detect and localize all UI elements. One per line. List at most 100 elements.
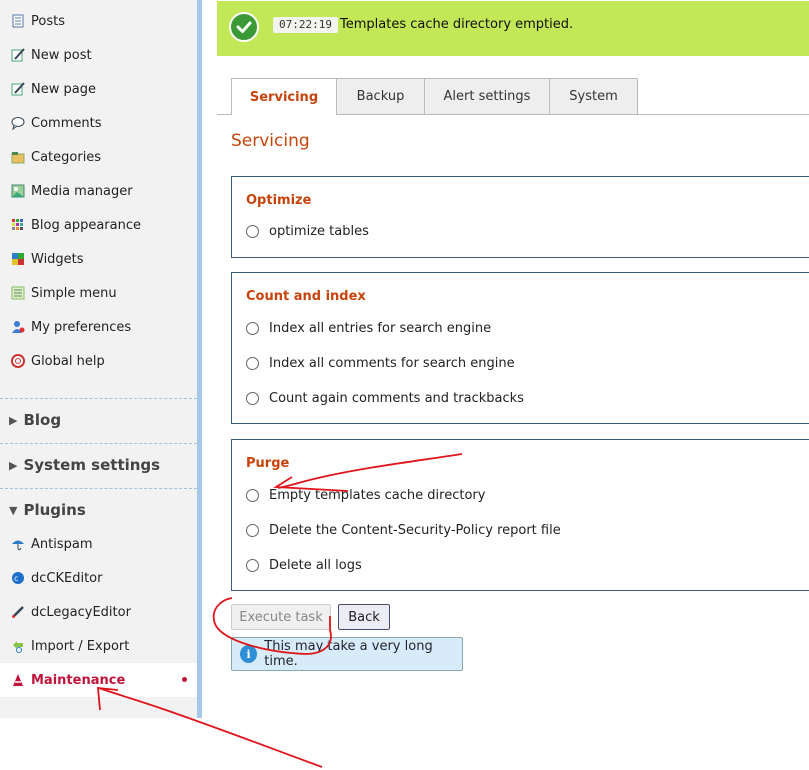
triangle-right-icon: ▶	[9, 458, 18, 472]
group-title: Optimize	[246, 193, 312, 208]
radio-button[interactable]	[246, 488, 259, 502]
option-delete-logs[interactable]: Delete all logs	[246, 556, 362, 574]
sidebar-item-label: dcCKEditor	[31, 570, 103, 586]
back-button[interactable]: Back	[338, 604, 390, 630]
sidebar-item-my-preferences[interactable]: My preferences	[0, 310, 197, 344]
sidebar-item-comments[interactable]: Comments	[0, 106, 197, 140]
option-label: Index all entries for search engine	[269, 320, 492, 336]
radio-button[interactable]	[246, 224, 259, 238]
group-count-and-index: Count and index Index all entries for se…	[231, 272, 809, 424]
option-empty-templates-cache[interactable]: Empty templates cache directory	[246, 486, 485, 504]
sidebar-section-label: Plugins	[23, 501, 86, 519]
sidebar-item-new-post[interactable]: New post	[0, 38, 197, 72]
sidebar-item-label: Comments	[31, 115, 102, 131]
sidebar-item-antispam[interactable]: Antispam	[0, 527, 197, 561]
active-indicator	[182, 677, 187, 682]
radio-button[interactable]	[246, 523, 259, 537]
media-manager-icon	[11, 184, 25, 198]
sidebar-item-label: My preferences	[31, 319, 132, 335]
comments-icon	[11, 116, 25, 131]
option-label: Empty templates cache directory	[269, 487, 486, 503]
option-optimize-tables[interactable]: optimize tables	[246, 222, 369, 240]
tab-servicing[interactable]: Servicing	[231, 78, 337, 115]
triangle-right-icon: ▶	[9, 413, 18, 427]
widgets-icon	[11, 252, 25, 266]
sidebar-item-label: Import / Export	[31, 638, 130, 654]
sidebar-item-label: Global help	[31, 353, 105, 369]
sidebar-item-maintenance[interactable]: Maintenance	[0, 663, 197, 697]
import-export-icon	[11, 639, 25, 653]
sidebar-item-label: Media manager	[31, 183, 133, 199]
info-message: i This may take a very long time.	[231, 637, 463, 671]
svg-text:c: c	[14, 574, 18, 583]
sidebar-item-label: Antispam	[31, 536, 93, 552]
option-delete-csp-report[interactable]: Delete the Content-Security-Policy repor…	[246, 521, 561, 539]
sidebar-item-label: Simple menu	[31, 285, 117, 301]
group-title: Purge	[246, 456, 290, 471]
sidebar-section-label: System settings	[23, 456, 161, 474]
sidebar-item-label: Posts	[31, 13, 65, 29]
sidebar-section-label: Blog	[23, 411, 62, 429]
maintenance-icon	[11, 673, 25, 687]
sidebar-item-label: Maintenance	[31, 672, 126, 688]
tab-alert-settings[interactable]: Alert settings	[424, 78, 550, 114]
preferences-icon	[11, 320, 25, 334]
sidebar-item-label: Widgets	[31, 251, 84, 267]
sidebar-border	[197, 0, 202, 718]
sidebar-item-widgets[interactable]: Widgets	[0, 242, 197, 276]
sidebar-item-dcckeditor[interactable]: c dcCKEditor	[0, 561, 197, 595]
info-icon: i	[240, 645, 258, 663]
sidebar-section-system-settings[interactable]: ▶ System settings	[0, 453, 197, 477]
sidebar-divider	[0, 488, 197, 489]
sidebar-section-plugins[interactable]: ▼ Plugins	[0, 498, 197, 522]
sidebar-divider	[0, 443, 197, 444]
option-count-comments[interactable]: Count again comments and trackbacks	[246, 389, 524, 407]
sidebar-item-dclegacyeditor[interactable]: dcLegacyEditor	[0, 595, 197, 629]
new-post-icon	[11, 48, 25, 62]
option-label: Delete the Content-Security-Policy repor…	[269, 522, 561, 538]
sidebar-item-simple-menu[interactable]: Simple menu	[0, 276, 197, 310]
sidebar-item-posts[interactable]: Posts	[0, 4, 197, 38]
radio-button[interactable]	[246, 356, 259, 370]
sidebar: Posts New post New page Comments Categor…	[0, 0, 197, 718]
sidebar-item-global-help[interactable]: Global help	[0, 344, 197, 378]
option-label: optimize tables	[269, 223, 369, 239]
check-icon	[229, 12, 259, 42]
success-message: 07:22:19 Templates cache directory empti…	[217, 1, 809, 56]
blog-appearance-icon	[11, 218, 25, 232]
group-purge: Purge Empty templates cache directory De…	[231, 439, 809, 591]
new-page-icon	[11, 82, 25, 96]
sidebar-item-media-manager[interactable]: Media manager	[0, 174, 197, 208]
option-label: Index all comments for search engine	[269, 355, 515, 371]
sidebar-item-import-export[interactable]: Import / Export	[0, 629, 197, 663]
ckeditor-icon: c	[11, 571, 25, 585]
radio-button[interactable]	[246, 391, 259, 405]
message-text: Templates cache directory emptied.	[340, 17, 574, 32]
sidebar-item-blog-appearance[interactable]: Blog appearance	[0, 208, 197, 242]
sidebar-item-label: Categories	[31, 149, 102, 165]
help-icon	[11, 354, 25, 368]
legacy-editor-icon	[11, 605, 25, 619]
sidebar-item-label: New post	[31, 47, 92, 63]
execute-task-button[interactable]: Execute task	[231, 604, 331, 630]
antispam-icon	[11, 537, 25, 551]
tab-backup[interactable]: Backup	[336, 78, 425, 114]
radio-button[interactable]	[246, 558, 259, 572]
option-index-entries[interactable]: Index all entries for search engine	[246, 319, 491, 337]
option-index-comments[interactable]: Index all comments for search engine	[246, 354, 515, 372]
triangle-down-icon: ▼	[9, 503, 18, 517]
sidebar-item-new-page[interactable]: New page	[0, 72, 197, 106]
sidebar-item-label: Blog appearance	[31, 217, 141, 233]
message-timestamp: 07:22:19	[273, 17, 338, 33]
sidebar-item-categories[interactable]: Categories	[0, 140, 197, 174]
page-title: Servicing	[231, 131, 310, 151]
radio-button[interactable]	[246, 321, 259, 335]
option-label: Delete all logs	[269, 557, 362, 573]
group-title: Count and index	[246, 289, 366, 304]
sidebar-item-label: New page	[31, 81, 96, 97]
simple-menu-icon	[11, 286, 25, 300]
tab-system[interactable]: System	[549, 78, 638, 114]
sidebar-section-blog[interactable]: ▶ Blog	[0, 408, 197, 432]
info-text: This may take a very long time.	[264, 639, 433, 669]
sidebar-divider	[0, 398, 197, 399]
